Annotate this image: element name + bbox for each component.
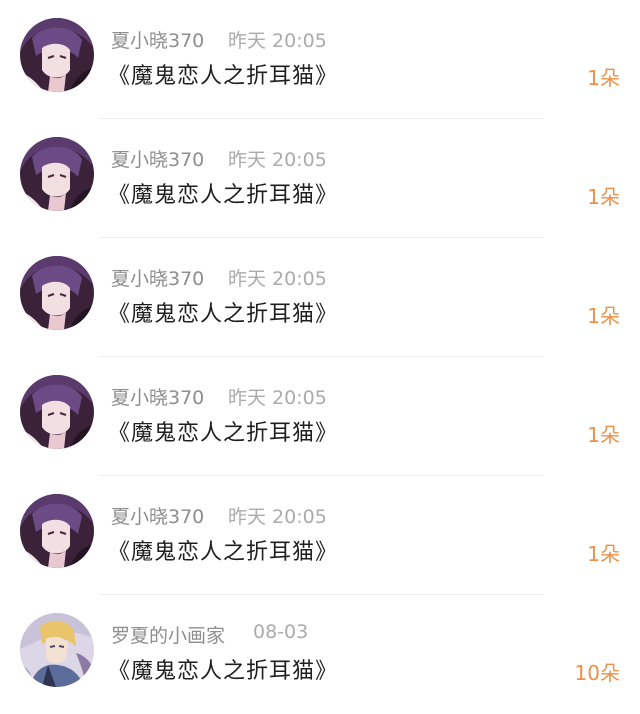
flower-count: 1朵 (587, 66, 620, 90)
timestamp: 昨天 20:05 (228, 506, 327, 528)
timestamp: 昨天 20:05 (228, 268, 327, 290)
flower-count: 1朵 (587, 542, 620, 566)
flower-count: 1朵 (587, 304, 620, 328)
list-item[interactable]: 夏小晓370 昨天 20:05 《魔鬼恋人之折耳猫》 1朵 (0, 476, 640, 595)
flower-count: 10朵 (574, 661, 620, 685)
timestamp: 昨天 20:05 (228, 387, 327, 409)
list-item[interactable]: 罗夏的小画家 08-03 《魔鬼恋人之折耳猫》 10朵 (0, 595, 640, 714)
username[interactable]: 夏小晓370 (111, 502, 204, 529)
gift-title[interactable]: 《魔鬼恋人之折耳猫》 (108, 177, 338, 209)
avatar[interactable] (20, 613, 94, 687)
username[interactable]: 夏小晓370 (111, 264, 204, 291)
flower-count: 1朵 (587, 185, 620, 209)
avatar[interactable] (20, 494, 94, 568)
gift-title[interactable]: 《魔鬼恋人之折耳猫》 (108, 296, 338, 328)
list-item[interactable]: 夏小晓370 昨天 20:05 《魔鬼恋人之折耳猫》 1朵 (0, 357, 640, 476)
flower-count: 1朵 (587, 423, 620, 447)
list-item[interactable]: 夏小晓370 昨天 20:05 《魔鬼恋人之折耳猫》 1朵 (0, 238, 640, 357)
username[interactable]: 罗夏的小画家 (111, 621, 225, 648)
username[interactable]: 夏小晓370 (111, 383, 204, 410)
avatar[interactable] (20, 137, 94, 211)
gift-title[interactable]: 《魔鬼恋人之折耳猫》 (108, 415, 338, 447)
timestamp: 08-03 (253, 621, 309, 643)
gift-title[interactable]: 《魔鬼恋人之折耳猫》 (108, 653, 338, 685)
gift-title[interactable]: 《魔鬼恋人之折耳猫》 (108, 534, 338, 566)
username[interactable]: 夏小晓370 (111, 145, 204, 172)
avatar[interactable] (20, 18, 94, 92)
gift-list: 夏小晓370 昨天 20:05 《魔鬼恋人之折耳猫》 1朵 夏小晓370 昨天 … (0, 0, 640, 710)
avatar[interactable] (20, 375, 94, 449)
gift-title[interactable]: 《魔鬼恋人之折耳猫》 (108, 58, 338, 90)
username[interactable]: 夏小晓370 (111, 26, 204, 53)
timestamp: 昨天 20:05 (228, 30, 327, 52)
timestamp: 昨天 20:05 (228, 149, 327, 171)
list-item[interactable]: 夏小晓370 昨天 20:05 《魔鬼恋人之折耳猫》 1朵 (0, 0, 640, 119)
avatar[interactable] (20, 256, 94, 330)
list-item[interactable]: 夏小晓370 昨天 20:05 《魔鬼恋人之折耳猫》 1朵 (0, 119, 640, 238)
